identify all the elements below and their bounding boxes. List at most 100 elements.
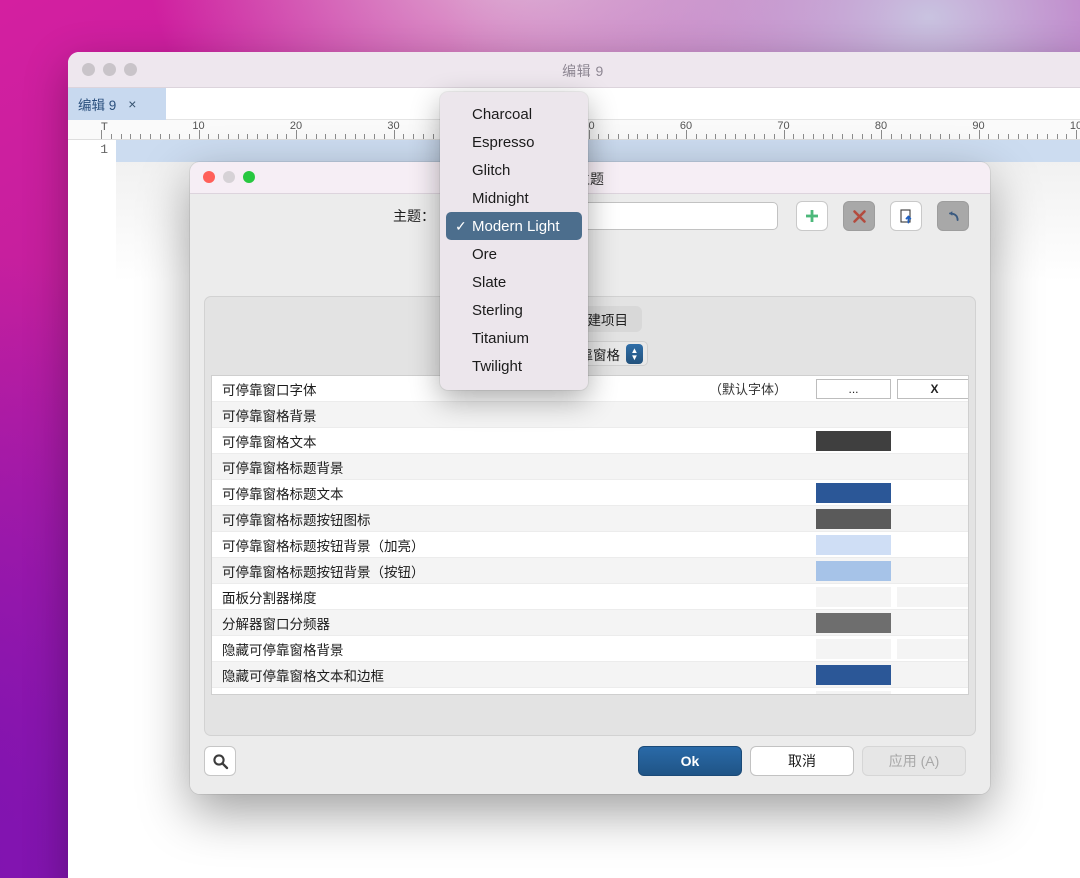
ruler-tick — [169, 134, 170, 139]
ruler-tick — [228, 134, 229, 139]
add-theme-button[interactable] — [796, 201, 828, 231]
table-row-label: 隐藏可停靠窗格文本和边框 — [212, 665, 384, 685]
import-theme-button[interactable] — [890, 201, 922, 231]
ruler-tick — [959, 134, 960, 139]
theme-color-table[interactable]: 可停靠窗口字体（默认字体）...X可停靠窗格背景可停靠窗格文本可停靠窗格标题背景… — [211, 375, 969, 695]
ruler-tab-marker: T — [101, 121, 108, 133]
color-swatch[interactable] — [816, 431, 891, 451]
cancel-button[interactable]: 取消 — [750, 746, 854, 776]
ruler-number: 10 — [1070, 120, 1080, 132]
theme-settings-panel: 创建项目 停靠窗格 ▲▼ 可停靠窗口字体（默认字体）...X可停靠窗格背景可停靠… — [204, 296, 976, 736]
ruler-tick — [1037, 134, 1038, 139]
ruler-tick — [745, 134, 746, 139]
ruler-tick — [842, 134, 843, 139]
ruler-tick — [208, 134, 209, 139]
table-row[interactable]: 可停靠窗格标题按钮背景（加亮） — [212, 532, 968, 558]
theme-menu-item[interactable]: ✓Modern Light — [446, 212, 582, 240]
table-row-label: 可停靠窗格标题按钮图标 — [212, 509, 371, 529]
theme-menu-item[interactable]: Titanium — [440, 324, 588, 352]
search-button[interactable] — [204, 746, 236, 776]
table-row[interactable]: 可停靠窗格标题按钮背景（按钮） — [212, 558, 968, 584]
ruler-tick — [628, 134, 629, 139]
editor-gutter: 1 — [68, 140, 116, 878]
theme-menu-item[interactable]: Twilight — [440, 352, 588, 380]
ruler-tick — [871, 134, 872, 139]
editor-window-title: 编辑 9 — [68, 61, 1080, 81]
ruler-tick — [852, 134, 853, 139]
dialog-body: 主题： — [190, 194, 990, 794]
ruler-tick — [910, 134, 911, 139]
ruler-tick — [306, 134, 307, 139]
ruler-number: 60 — [680, 120, 692, 132]
theme-menu-item[interactable]: Sterling — [440, 296, 588, 324]
theme-menu-item-label: Modern Light — [472, 218, 560, 235]
ruler-tick — [803, 134, 804, 139]
table-row[interactable]: 空应用程序背景 — [212, 688, 968, 695]
ruler-tick — [676, 134, 677, 139]
ruler-tick — [247, 134, 248, 139]
close-icon[interactable]: × — [128, 97, 136, 111]
ruler-tick — [316, 134, 317, 139]
color-swatch[interactable] — [816, 535, 891, 555]
import-icon — [898, 208, 915, 225]
table-row[interactable]: 面板分割器梯度 — [212, 584, 968, 610]
ruler-tick — [1027, 134, 1028, 139]
ruler-tick — [218, 134, 219, 139]
theme-dropdown-menu[interactable]: CharcoalEspressoGlitchMidnight✓Modern Li… — [440, 92, 588, 390]
color-swatch[interactable] — [816, 587, 891, 607]
table-row[interactable]: 可停靠窗格标题按钮图标 — [212, 506, 968, 532]
x-icon — [852, 209, 867, 224]
ruler-tick — [735, 134, 736, 139]
ruler-tick — [160, 134, 161, 139]
theme-menu-item[interactable]: Charcoal — [440, 100, 588, 128]
font-browse-button[interactable]: ... — [816, 379, 891, 399]
color-swatch[interactable] — [816, 639, 891, 659]
ruler-tick — [608, 134, 609, 139]
table-row[interactable]: 可停靠窗格文本 — [212, 428, 968, 454]
ruler-tick — [150, 134, 151, 139]
theme-menu-item[interactable]: Slate — [440, 268, 588, 296]
table-row[interactable]: 隐藏可停靠窗格背景 — [212, 636, 968, 662]
theme-menu-item[interactable]: Glitch — [440, 156, 588, 184]
ruler-tick — [862, 134, 863, 139]
ruler-tick — [423, 134, 424, 139]
color-swatch-secondary[interactable] — [897, 639, 969, 659]
table-row[interactable]: 可停靠窗格标题文本 — [212, 480, 968, 506]
ok-button[interactable]: Ok — [638, 746, 742, 776]
table-row[interactable]: 可停靠窗格标题背景 — [212, 454, 968, 480]
ruler-tick — [764, 134, 765, 139]
table-row-label: 可停靠窗格标题背景 — [212, 457, 344, 477]
dialog-title: 主题 — [190, 169, 990, 189]
apply-button[interactable]: 应用 (A) — [862, 746, 966, 776]
color-swatch[interactable] — [816, 561, 891, 581]
remove-theme-button[interactable] — [843, 201, 875, 231]
theme-menu-item[interactable]: Ore — [440, 240, 588, 268]
color-swatch[interactable] — [816, 613, 891, 633]
font-clear-button[interactable]: X — [897, 379, 969, 399]
editor-tab[interactable]: 编辑 9 × — [68, 88, 166, 120]
ruler-tick — [267, 134, 268, 139]
ruler-tick — [1018, 134, 1019, 139]
theme-menu-item-label: Slate — [472, 274, 506, 291]
theme-menu-item[interactable]: Espresso — [440, 128, 588, 156]
color-swatch[interactable] — [816, 691, 891, 695]
theme-menu-item[interactable]: Midnight — [440, 184, 588, 212]
ruler-tick — [696, 134, 697, 139]
active-line-highlight — [116, 140, 1080, 162]
color-swatch[interactable] — [816, 509, 891, 529]
table-row[interactable]: 分解器窗口分频器 — [212, 610, 968, 636]
color-swatch[interactable] — [816, 665, 891, 685]
stepper-icon[interactable]: ▲▼ — [626, 344, 643, 364]
table-row-label: 可停靠窗格标题按钮背景（按钮） — [212, 561, 425, 581]
table-row[interactable]: 隐藏可停靠窗格文本和边框 — [212, 662, 968, 688]
color-swatch-secondary[interactable] — [897, 587, 969, 607]
table-row[interactable]: 可停靠窗格背景 — [212, 402, 968, 428]
ruler-tick — [901, 134, 902, 139]
color-swatch[interactable] — [816, 483, 891, 503]
ruler-tick — [657, 134, 658, 139]
table-row[interactable]: 可停靠窗口字体（默认字体）...X — [212, 376, 968, 402]
reset-theme-button[interactable] — [937, 201, 969, 231]
ruler-number: 70 — [777, 120, 789, 132]
table-row-label: 面板分割器梯度 — [212, 587, 317, 607]
ruler-tick — [706, 134, 707, 139]
